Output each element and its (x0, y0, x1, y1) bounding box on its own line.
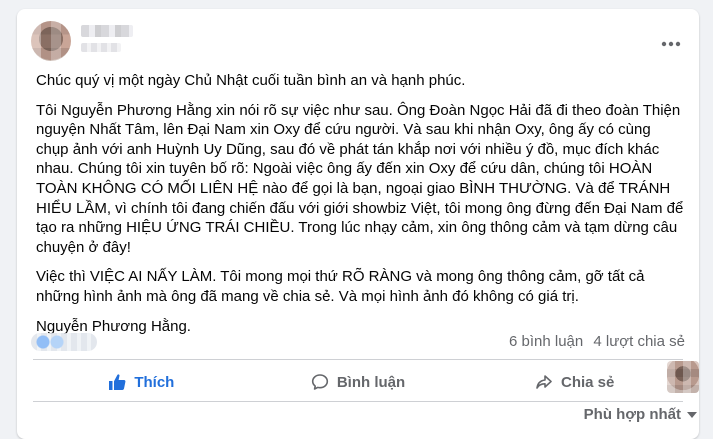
share-button[interactable]: Chia sẻ (466, 365, 683, 399)
post-stats: 6 bình luận 4 lượt chia sẻ (17, 329, 699, 355)
caret-down-icon (687, 411, 697, 418)
engagement-counts: 6 bình luận 4 lượt chia sẻ (503, 333, 685, 350)
post-body: Chúc quý vị một ngày Chủ Nhật cuối tuần … (36, 71, 686, 346)
share-label: Chia sẻ (561, 373, 615, 391)
like-button[interactable]: Thích (33, 365, 250, 399)
divider (33, 359, 683, 360)
post-paragraph: Việc thì VIỆC AI NẤY LÀM. Tôi mong mọi t… (36, 268, 645, 305)
reactions-summary-blurred[interactable] (31, 333, 97, 351)
comment-bubble-icon (311, 373, 329, 391)
post-paragraph: Tôi Nguyễn Phương Hằng xin nói rõ sự việ… (36, 101, 684, 256)
author-avatar[interactable] (31, 21, 71, 61)
author-name-blurred[interactable] (81, 25, 133, 37)
more-options-button[interactable] (655, 29, 687, 53)
comment-label: Bình luận (336, 373, 406, 391)
thumbs-up-icon (108, 373, 126, 391)
commenter-avatar-blurred[interactable] (667, 361, 699, 393)
like-label: Thích (134, 373, 175, 391)
post-paragraph: Chúc quý vị một ngày Chủ Nhật cuối tuần … (36, 72, 466, 89)
share-arrow-icon (535, 373, 553, 391)
post-actions: Thích Bình luận Chia sẻ (33, 365, 683, 399)
more-horizontal-icon (661, 36, 681, 47)
share-count[interactable]: 4 lượt chia sẻ (593, 333, 685, 350)
comment-button[interactable]: Bình luận (250, 365, 467, 399)
comment-count[interactable]: 6 bình luận (509, 333, 583, 350)
divider (33, 401, 683, 402)
sort-label: Phù hợp nhất (583, 406, 681, 423)
post-timestamp-blurred[interactable] (81, 43, 121, 52)
comment-sort-dropdown[interactable]: Phù hợp nhất (584, 406, 697, 423)
post-card: Chúc quý vị một ngày Chủ Nhật cuối tuần … (17, 9, 699, 439)
